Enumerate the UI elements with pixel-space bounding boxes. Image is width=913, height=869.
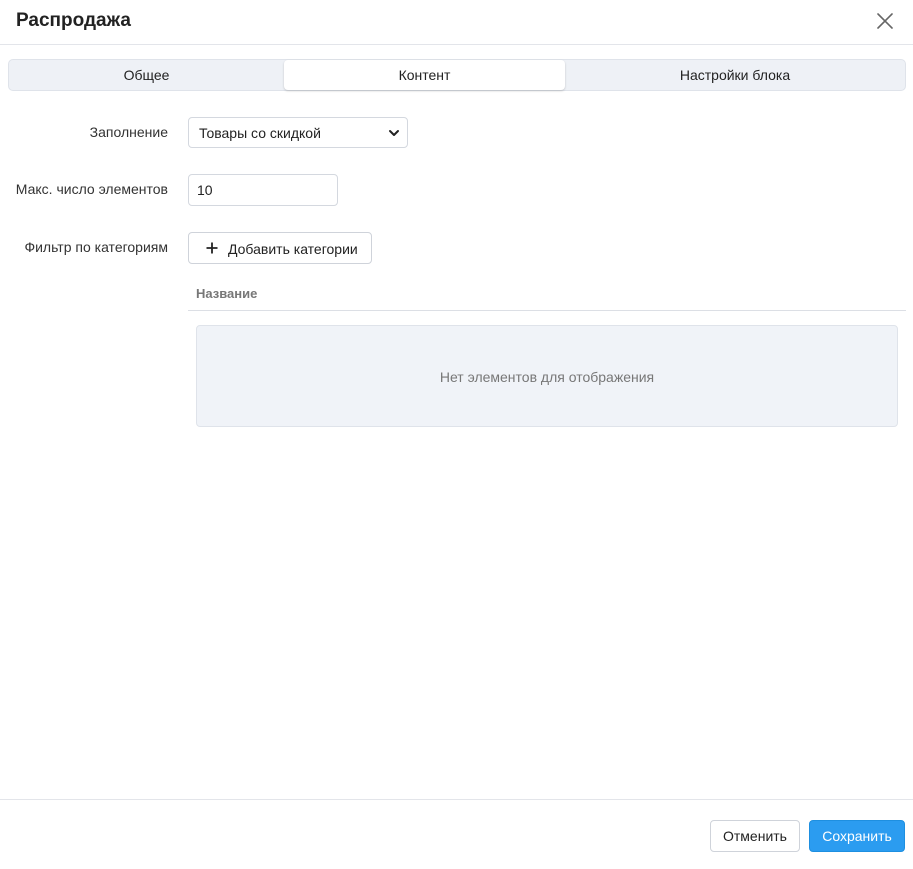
- dialog-header: Распродажа: [0, 0, 913, 45]
- fill-label: Заполнение: [89, 124, 168, 140]
- add-categories-label: Добавить категории: [228, 241, 358, 257]
- max-items-label: Макс. число элементов: [15, 181, 168, 197]
- tab-block-settings[interactable]: Настройки блока: [565, 60, 905, 90]
- tab-content[interactable]: Контент: [284, 60, 565, 90]
- cancel-button[interactable]: Отменить: [710, 820, 800, 852]
- fill-select[interactable]: Товары со скидкой: [188, 117, 408, 148]
- column-header-name[interactable]: Название: [196, 285, 257, 303]
- fill-select-value: Товары со скидкой: [199, 125, 321, 141]
- save-button[interactable]: Сохранить: [809, 820, 905, 852]
- max-items-input[interactable]: [188, 174, 338, 206]
- table-header: Название: [188, 278, 906, 311]
- plus-icon: [206, 242, 218, 254]
- close-icon: [877, 13, 893, 29]
- empty-state-text: Нет элементов для отображения: [439, 369, 655, 385]
- close-button[interactable]: [873, 9, 897, 33]
- dialog-title: Распродажа: [16, 10, 131, 31]
- empty-state: Нет элементов для отображения: [196, 325, 898, 427]
- tab-bar: Общее Контент Настройки блока: [8, 59, 906, 91]
- sale-dialog: Распродажа Общее Контент Настройки блока…: [0, 0, 913, 869]
- add-categories-button[interactable]: Добавить категории: [188, 232, 372, 264]
- chevron-down-icon: [389, 130, 399, 136]
- tab-general[interactable]: Общее: [9, 60, 284, 90]
- category-filter-label: Фильтр по категориям: [24, 239, 168, 255]
